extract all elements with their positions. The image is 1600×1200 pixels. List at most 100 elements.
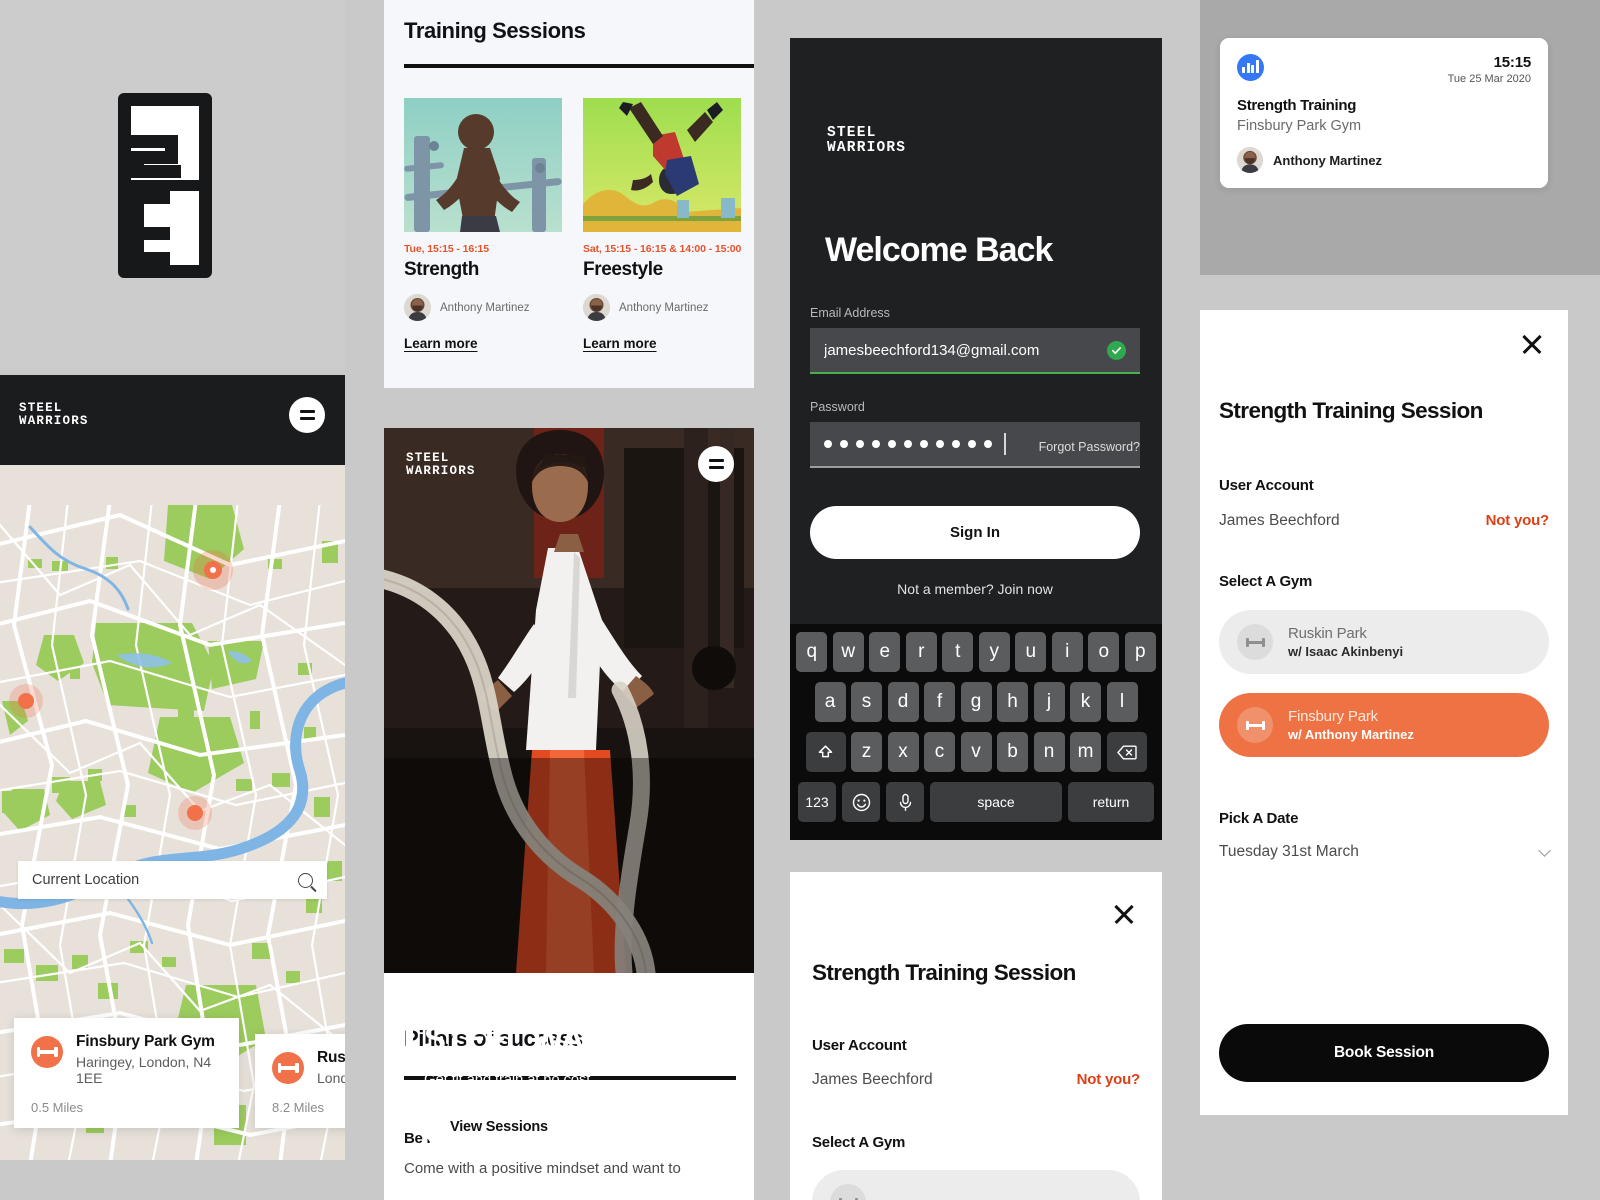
session-thumbnail xyxy=(404,98,562,232)
emoji-icon[interactable] xyxy=(842,782,880,822)
email-label: Email Address xyxy=(810,306,890,320)
hamburger-icon[interactable] xyxy=(698,446,734,482)
key-i[interactable]: i xyxy=(1051,632,1083,672)
dumbbell-icon xyxy=(1237,707,1273,743)
gym-option-ruskin-park[interactable]: Ruskin Park w/ Isaac Akinbenyi xyxy=(1219,610,1549,674)
notification-date: Tue 25 Mar 2020 xyxy=(1447,73,1531,85)
key-e[interactable]: e xyxy=(869,632,901,672)
dumbbell-icon xyxy=(272,1052,304,1084)
map-pin-ruskin[interactable] xyxy=(18,693,34,709)
date-picker[interactable]: Tuesday 31st March xyxy=(1219,843,1551,861)
email-field[interactable] xyxy=(810,328,1140,374)
gym-option-finsbury-park[interactable]: Finsbury Park w/ Anthony Martinez xyxy=(1219,693,1549,757)
space-key[interactable]: space xyxy=(930,782,1062,822)
avatar xyxy=(1237,147,1263,173)
hero-title: TRAIN WITH STEEL WARRIORS xyxy=(424,985,706,1058)
forgot-password-link[interactable]: Forgot Password? xyxy=(1039,440,1140,454)
key-q[interactable]: q xyxy=(796,632,828,672)
email-input[interactable] xyxy=(824,341,1107,359)
key-x[interactable]: x xyxy=(887,732,919,772)
marketing-home-screen: STEEL WARRIORS TRAIN WITH STEEL WARRIORS G… xyxy=(384,428,754,1200)
search-icon[interactable] xyxy=(298,872,313,888)
view-sessions-button[interactable]: View Sessions xyxy=(424,1106,574,1148)
key-t[interactable]: t xyxy=(942,632,974,672)
map-pin-third[interactable] xyxy=(187,805,203,821)
notification-card[interactable]: 15:15 Tue 25 Mar 2020 Strength Training … xyxy=(1220,38,1548,188)
key-u[interactable]: u xyxy=(1015,632,1047,672)
chart-bars-icon xyxy=(1237,54,1264,81)
session-date: Tue, 15:15 - 16:15 xyxy=(404,243,489,255)
on-screen-keyboard[interactable]: q w e r t y u i o p a s d f g h j k l z … xyxy=(790,624,1162,840)
return-key[interactable]: return xyxy=(1068,782,1154,822)
gym-distance: 8.2 Miles xyxy=(272,1100,325,1115)
gym-card-finsbury[interactable]: Finsbury Park Gym Haringey, London, N4 1… xyxy=(14,1018,239,1128)
search-input[interactable]: Current Location xyxy=(18,861,327,899)
key-v[interactable]: v xyxy=(960,732,992,772)
key-g[interactable]: g xyxy=(960,682,992,722)
join-now-link[interactable]: Not a member? Join now xyxy=(810,581,1140,597)
microphone-icon[interactable] xyxy=(886,782,924,822)
key-m[interactable]: m xyxy=(1070,732,1101,772)
key-b[interactable]: b xyxy=(997,732,1028,772)
key-y[interactable]: y xyxy=(978,632,1010,672)
page-title: Welcome Back xyxy=(825,231,1053,269)
not-you-link[interactable]: Not you? xyxy=(1486,512,1550,529)
title-divider xyxy=(404,64,754,68)
key-o[interactable]: o xyxy=(1088,632,1120,672)
screenshot-canvas: STEEL WARRIORS Current Location Finsbury… xyxy=(0,0,1600,1200)
user-name: James Beechford xyxy=(812,1071,933,1088)
key-d[interactable]: d xyxy=(887,682,919,722)
sign-in-button[interactable]: Sign In xyxy=(810,506,1140,559)
numbers-key[interactable]: 123 xyxy=(798,782,836,822)
session-name: Freestyle xyxy=(583,259,663,280)
dumbbell-icon xyxy=(1237,624,1273,660)
key-h[interactable]: h xyxy=(997,682,1028,722)
gym-option-partial[interactable] xyxy=(812,1170,1140,1200)
key-n[interactable]: n xyxy=(1033,732,1065,772)
map-pin-finsbury[interactable] xyxy=(204,561,222,579)
key-f[interactable]: f xyxy=(924,682,955,722)
login-screen: STEEL WARRIORS Welcome Back Email Address… xyxy=(790,38,1162,840)
notification-header: 15:15 Tue 25 Mar 2020 xyxy=(1237,54,1531,85)
key-s[interactable]: s xyxy=(851,682,882,722)
search-input-value: Current Location xyxy=(32,872,140,888)
coach-name: Anthony Martinez xyxy=(619,301,709,314)
password-masked-value xyxy=(824,433,1006,455)
key-r[interactable]: r xyxy=(905,632,937,672)
not-you-link[interactable]: Not you? xyxy=(1077,1071,1141,1088)
date-value: Tuesday 31st March xyxy=(1219,843,1359,860)
session-card-freestyle[interactable]: Sat, 15:15 - 16:15 & 14:00 - 15:00 Frees… xyxy=(583,98,741,353)
key-p[interactable]: p xyxy=(1124,632,1156,672)
hamburger-icon[interactable] xyxy=(289,397,325,433)
key-z[interactable]: z xyxy=(851,732,882,772)
chevron-down-icon[interactable] xyxy=(1538,843,1551,857)
key-c[interactable]: c xyxy=(924,732,955,772)
session-card-strength[interactable]: Tue, 15:15 - 16:15 Strength Anthony Mart… xyxy=(404,98,562,353)
learn-more-link[interactable]: Learn more xyxy=(583,336,657,351)
gym-option-name: Ruskin Park xyxy=(1288,625,1367,642)
gym-address: Haringey, London, N4 1EE xyxy=(76,1054,212,1086)
book-session-button[interactable]: Book Session xyxy=(1219,1024,1549,1082)
pillar-body: Come with a positive mindset and want to xyxy=(404,1160,681,1177)
key-j[interactable]: j xyxy=(1033,682,1065,722)
gym-card-ruskin[interactable]: Ruskin Park London 8.2 Miles xyxy=(255,1034,345,1128)
hero-image xyxy=(384,428,754,973)
key-a[interactable]: a xyxy=(814,682,846,722)
user-account-label: User Account xyxy=(812,1037,907,1054)
modal-title: Strength Training Session xyxy=(1219,398,1483,423)
keyboard-row-1: q w e r t y u i o p xyxy=(793,632,1159,672)
learn-more-link[interactable]: Learn more xyxy=(404,336,478,351)
gym-option-coach: w/ Anthony Martinez xyxy=(1288,727,1414,742)
app-logo: STEEL WARRIORS xyxy=(19,401,89,428)
key-w[interactable]: w xyxy=(832,632,864,672)
gym-option-coach: w/ Isaac Akinbenyi xyxy=(1288,644,1404,659)
close-icon[interactable] xyxy=(1112,902,1136,926)
key-k[interactable]: k xyxy=(1070,682,1101,722)
backspace-icon[interactable] xyxy=(1106,732,1147,772)
shift-icon[interactable] xyxy=(805,732,846,772)
keyboard-row-3: z x c v b n m xyxy=(793,732,1159,772)
key-l[interactable]: l xyxy=(1106,682,1138,722)
close-icon[interactable] xyxy=(1520,332,1544,356)
gym-name: Ruskin Park xyxy=(317,1049,345,1066)
notification-time: 15:15 xyxy=(1493,54,1532,71)
